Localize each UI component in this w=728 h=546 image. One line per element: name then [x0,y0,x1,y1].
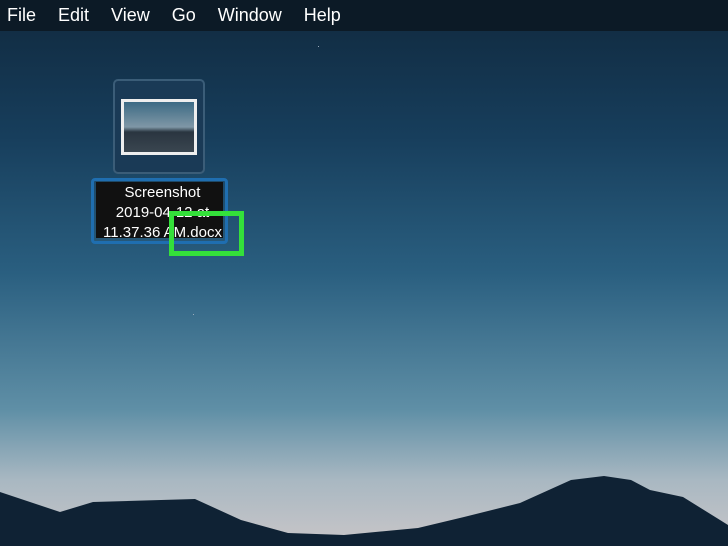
extension-highlight-box [169,211,244,256]
menu-bar: File Edit View Go Window Help [0,0,728,31]
menu-view[interactable]: View [104,5,162,26]
file-icon[interactable] [113,79,205,174]
file-name-line: Screenshot [124,184,201,201]
star [318,46,319,47]
menu-window[interactable]: Window [211,5,294,26]
menu-help[interactable]: Help [297,5,353,26]
menu-edit[interactable]: Edit [51,5,101,26]
mountain-silhouette [0,476,728,546]
star [193,314,194,315]
menu-file[interactable]: File [0,5,48,26]
menu-go[interactable]: Go [165,5,208,26]
file-thumbnail [121,99,197,155]
